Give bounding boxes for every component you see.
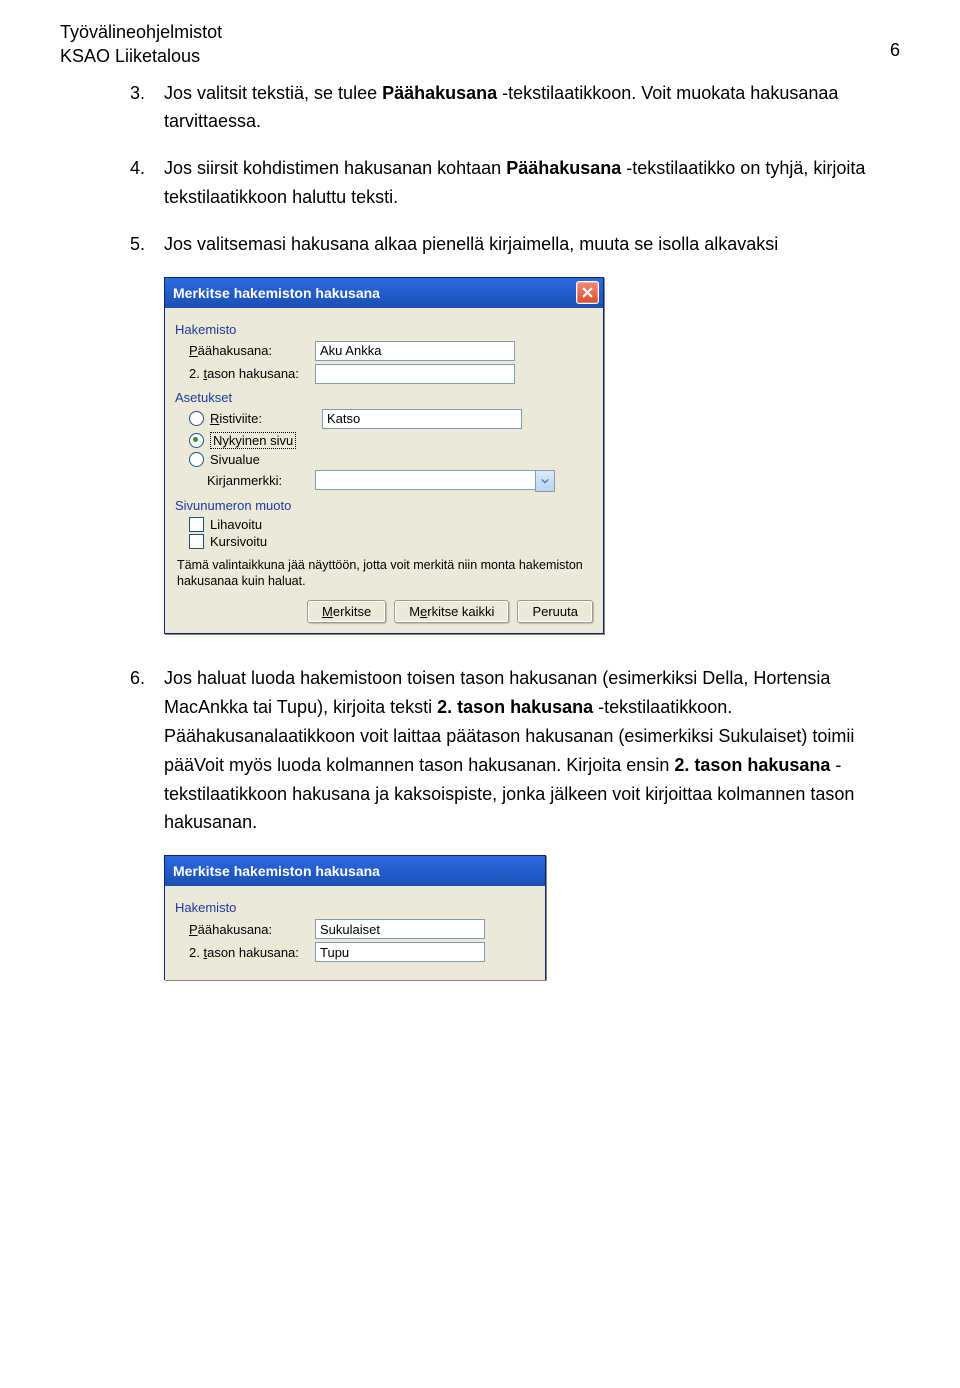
header-line1: Työvälineohjelmistot <box>60 20 900 44</box>
kirjanmerkki-input[interactable] <box>315 470 535 490</box>
combo-dropdown-button[interactable] <box>535 470 555 492</box>
checkbox-kursivoitu[interactable] <box>189 534 204 549</box>
paahakusana-input[interactable] <box>315 341 515 361</box>
label-nykyinen-sivu: Nykyinen sivu <box>210 432 296 449</box>
dialog-merkitse-hakusana-2: Merkitse hakemiston hakusana Hakemisto P… <box>164 855 546 980</box>
tason2-input[interactable] <box>315 364 515 384</box>
radio-ristiviite[interactable] <box>189 411 204 426</box>
ristiviite-input[interactable] <box>322 409 522 429</box>
tason2-input[interactable] <box>315 942 485 962</box>
radio-sivualue[interactable] <box>189 452 204 467</box>
list-text: Jos siirsit kohdistimen hakusanan kohtaa… <box>164 154 900 212</box>
radio-nykyinen-sivu[interactable] <box>189 433 204 448</box>
list-text: Jos valitsit tekstiä, se tulee Päähakusa… <box>164 79 900 137</box>
dialog-titlebar: Merkitse hakemiston hakusana <box>165 278 603 308</box>
list-text: Jos valitsemasi hakusana alkaa pienellä … <box>164 230 900 259</box>
section-asetukset: Asetukset <box>175 390 593 405</box>
label-kursivoitu: Kursivoitu <box>210 534 267 549</box>
section-sivunumero: Sivunumeron muoto <box>175 498 593 513</box>
list-item-5: 5. Jos valitsemasi hakusana alkaa pienel… <box>130 230 900 259</box>
close-icon <box>582 287 593 298</box>
dialog-title: Merkitse hakemiston hakusana <box>173 285 380 301</box>
close-button[interactable] <box>576 281 599 304</box>
list-number: 3. <box>130 79 164 137</box>
merkitse-kaikki-button[interactable]: Merkitse kaikki <box>394 600 509 623</box>
list-item-4: 4. Jos siirsit kohdistimen hakusanan koh… <box>130 154 900 212</box>
list-number: 6. <box>130 664 164 837</box>
list-number: 5. <box>130 230 164 259</box>
peruuta-button[interactable]: Peruuta <box>517 600 593 623</box>
label-lihavoitu: Lihavoitu <box>210 517 262 532</box>
dialog-titlebar: Merkitse hakemiston hakusana <box>165 856 545 886</box>
list-item-6: 6. Jos haluat luoda hakemistoon toisen t… <box>130 664 900 837</box>
dialog-title: Merkitse hakemiston hakusana <box>173 863 380 879</box>
chevron-down-icon <box>541 478 549 484</box>
header-line2: KSAO Liiketalous <box>60 44 900 68</box>
merkitse-button[interactable]: Merkitse <box>307 600 386 623</box>
list-item-3: 3. Jos valitsit tekstiä, se tulee Päähak… <box>130 79 900 137</box>
label-ristiviite: Ristiviite: <box>210 411 322 426</box>
checkbox-lihavoitu[interactable] <box>189 517 204 532</box>
paahakusana-input[interactable] <box>315 919 485 939</box>
label-paahakusana: Päähakusana: <box>189 343 315 358</box>
section-hakemisto: Hakemisto <box>175 322 593 337</box>
kirjanmerkki-combo[interactable] <box>315 470 555 492</box>
dialog-merkitse-hakusana: Merkitse hakemiston hakusana Hakemisto P… <box>164 277 604 635</box>
section-hakemisto: Hakemisto <box>175 900 535 915</box>
label-paahakusana: Päähakusana: <box>189 922 315 937</box>
dialog-info-text: Tämä valintaikkuna jää näyttöön, jotta v… <box>177 557 591 591</box>
page-number: 6 <box>890 40 900 61</box>
label-tason2: 2. tason hakusana: <box>189 945 315 960</box>
page-header: Työvälineohjelmistot KSAO Liiketalous <box>60 20 900 69</box>
label-kirjanmerkki: Kirjanmerkki: <box>207 473 315 488</box>
label-tason2: 2. tason hakusana: <box>189 366 315 381</box>
list-text: Jos haluat luoda hakemistoon toisen taso… <box>164 664 900 837</box>
label-sivualue: Sivualue <box>210 452 260 467</box>
list-number: 4. <box>130 154 164 212</box>
